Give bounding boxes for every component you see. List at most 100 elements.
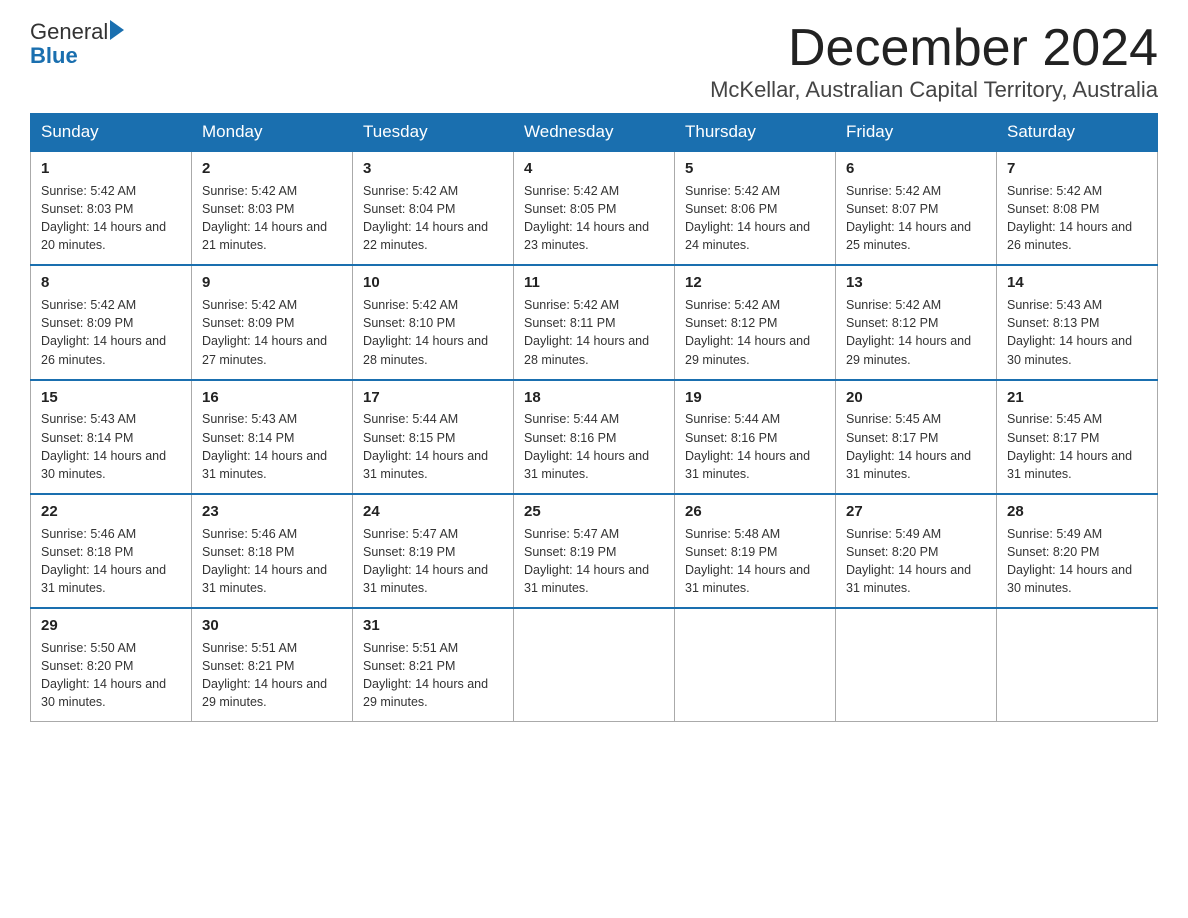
day-number: 21 [1007, 387, 1147, 409]
day-number: 24 [363, 501, 503, 523]
calendar-cell [514, 608, 675, 722]
day-info: Sunrise: 5:51 AMSunset: 8:21 PMDaylight:… [202, 639, 342, 712]
calendar-cell: 2Sunrise: 5:42 AMSunset: 8:03 PMDaylight… [192, 151, 353, 265]
day-info: Sunrise: 5:48 AMSunset: 8:19 PMDaylight:… [685, 525, 825, 598]
calendar-cell: 13Sunrise: 5:42 AMSunset: 8:12 PMDayligh… [836, 265, 997, 379]
day-number: 10 [363, 272, 503, 294]
week-row-3: 15Sunrise: 5:43 AMSunset: 8:14 PMDayligh… [31, 380, 1158, 494]
logo-arrow-icon [110, 20, 124, 40]
calendar-cell: 24Sunrise: 5:47 AMSunset: 8:19 PMDayligh… [353, 494, 514, 608]
calendar-cell: 18Sunrise: 5:44 AMSunset: 8:16 PMDayligh… [514, 380, 675, 494]
calendar-cell [997, 608, 1158, 722]
week-row-5: 29Sunrise: 5:50 AMSunset: 8:20 PMDayligh… [31, 608, 1158, 722]
day-number: 25 [524, 501, 664, 523]
day-info: Sunrise: 5:47 AMSunset: 8:19 PMDaylight:… [524, 525, 664, 598]
day-number: 8 [41, 272, 181, 294]
logo: General Blue [30, 20, 124, 68]
calendar-cell: 28Sunrise: 5:49 AMSunset: 8:20 PMDayligh… [997, 494, 1158, 608]
day-number: 7 [1007, 158, 1147, 180]
day-number: 2 [202, 158, 342, 180]
calendar-cell [675, 608, 836, 722]
day-info: Sunrise: 5:42 AMSunset: 8:06 PMDaylight:… [685, 182, 825, 255]
calendar-cell: 7Sunrise: 5:42 AMSunset: 8:08 PMDaylight… [997, 151, 1158, 265]
day-info: Sunrise: 5:42 AMSunset: 8:03 PMDaylight:… [202, 182, 342, 255]
calendar-cell: 25Sunrise: 5:47 AMSunset: 8:19 PMDayligh… [514, 494, 675, 608]
day-info: Sunrise: 5:44 AMSunset: 8:15 PMDaylight:… [363, 410, 503, 483]
calendar-cell: 12Sunrise: 5:42 AMSunset: 8:12 PMDayligh… [675, 265, 836, 379]
calendar-cell: 20Sunrise: 5:45 AMSunset: 8:17 PMDayligh… [836, 380, 997, 494]
calendar-cell: 4Sunrise: 5:42 AMSunset: 8:05 PMDaylight… [514, 151, 675, 265]
day-number: 14 [1007, 272, 1147, 294]
col-header-sunday: Sunday [31, 114, 192, 152]
calendar-cell: 21Sunrise: 5:45 AMSunset: 8:17 PMDayligh… [997, 380, 1158, 494]
calendar-cell: 27Sunrise: 5:49 AMSunset: 8:20 PMDayligh… [836, 494, 997, 608]
day-number: 19 [685, 387, 825, 409]
calendar-cell: 11Sunrise: 5:42 AMSunset: 8:11 PMDayligh… [514, 265, 675, 379]
col-header-monday: Monday [192, 114, 353, 152]
day-number: 3 [363, 158, 503, 180]
day-info: Sunrise: 5:46 AMSunset: 8:18 PMDaylight:… [41, 525, 181, 598]
day-number: 28 [1007, 501, 1147, 523]
calendar-cell: 5Sunrise: 5:42 AMSunset: 8:06 PMDaylight… [675, 151, 836, 265]
logo-blue-text: Blue [30, 43, 78, 68]
day-number: 13 [846, 272, 986, 294]
col-header-thursday: Thursday [675, 114, 836, 152]
calendar-cell: 19Sunrise: 5:44 AMSunset: 8:16 PMDayligh… [675, 380, 836, 494]
day-info: Sunrise: 5:43 AMSunset: 8:14 PMDaylight:… [202, 410, 342, 483]
calendar-table: SundayMondayTuesdayWednesdayThursdayFrid… [30, 113, 1158, 722]
calendar-cell: 6Sunrise: 5:42 AMSunset: 8:07 PMDaylight… [836, 151, 997, 265]
day-info: Sunrise: 5:42 AMSunset: 8:07 PMDaylight:… [846, 182, 986, 255]
day-info: Sunrise: 5:42 AMSunset: 8:09 PMDaylight:… [41, 296, 181, 369]
calendar-cell: 22Sunrise: 5:46 AMSunset: 8:18 PMDayligh… [31, 494, 192, 608]
calendar-cell: 15Sunrise: 5:43 AMSunset: 8:14 PMDayligh… [31, 380, 192, 494]
day-number: 22 [41, 501, 181, 523]
day-info: Sunrise: 5:47 AMSunset: 8:19 PMDaylight:… [363, 525, 503, 598]
calendar-cell: 9Sunrise: 5:42 AMSunset: 8:09 PMDaylight… [192, 265, 353, 379]
day-number: 18 [524, 387, 664, 409]
day-number: 29 [41, 615, 181, 637]
calendar-cell: 26Sunrise: 5:48 AMSunset: 8:19 PMDayligh… [675, 494, 836, 608]
week-row-1: 1Sunrise: 5:42 AMSunset: 8:03 PMDaylight… [31, 151, 1158, 265]
day-info: Sunrise: 5:42 AMSunset: 8:11 PMDaylight:… [524, 296, 664, 369]
title-area: December 2024 McKellar, Australian Capit… [710, 20, 1158, 103]
day-number: 23 [202, 501, 342, 523]
page-header: General Blue December 2024 McKellar, Aus… [30, 20, 1158, 103]
day-number: 31 [363, 615, 503, 637]
calendar-cell: 30Sunrise: 5:51 AMSunset: 8:21 PMDayligh… [192, 608, 353, 722]
col-header-saturday: Saturday [997, 114, 1158, 152]
day-number: 20 [846, 387, 986, 409]
calendar-cell: 10Sunrise: 5:42 AMSunset: 8:10 PMDayligh… [353, 265, 514, 379]
day-number: 6 [846, 158, 986, 180]
day-info: Sunrise: 5:44 AMSunset: 8:16 PMDaylight:… [685, 410, 825, 483]
calendar-cell [836, 608, 997, 722]
col-header-wednesday: Wednesday [514, 114, 675, 152]
day-number: 17 [363, 387, 503, 409]
location-subtitle: McKellar, Australian Capital Territory, … [710, 77, 1158, 103]
calendar-cell: 14Sunrise: 5:43 AMSunset: 8:13 PMDayligh… [997, 265, 1158, 379]
day-info: Sunrise: 5:45 AMSunset: 8:17 PMDaylight:… [1007, 410, 1147, 483]
month-title: December 2024 [710, 20, 1158, 77]
day-info: Sunrise: 5:43 AMSunset: 8:13 PMDaylight:… [1007, 296, 1147, 369]
week-row-4: 22Sunrise: 5:46 AMSunset: 8:18 PMDayligh… [31, 494, 1158, 608]
day-number: 16 [202, 387, 342, 409]
day-number: 9 [202, 272, 342, 294]
calendar-cell: 1Sunrise: 5:42 AMSunset: 8:03 PMDaylight… [31, 151, 192, 265]
day-info: Sunrise: 5:42 AMSunset: 8:12 PMDaylight:… [685, 296, 825, 369]
day-info: Sunrise: 5:42 AMSunset: 8:09 PMDaylight:… [202, 296, 342, 369]
day-info: Sunrise: 5:42 AMSunset: 8:04 PMDaylight:… [363, 182, 503, 255]
day-info: Sunrise: 5:51 AMSunset: 8:21 PMDaylight:… [363, 639, 503, 712]
week-row-2: 8Sunrise: 5:42 AMSunset: 8:09 PMDaylight… [31, 265, 1158, 379]
calendar-cell: 17Sunrise: 5:44 AMSunset: 8:15 PMDayligh… [353, 380, 514, 494]
day-info: Sunrise: 5:42 AMSunset: 8:05 PMDaylight:… [524, 182, 664, 255]
calendar-cell: 8Sunrise: 5:42 AMSunset: 8:09 PMDaylight… [31, 265, 192, 379]
day-info: Sunrise: 5:42 AMSunset: 8:08 PMDaylight:… [1007, 182, 1147, 255]
day-number: 1 [41, 158, 181, 180]
day-number: 4 [524, 158, 664, 180]
day-info: Sunrise: 5:44 AMSunset: 8:16 PMDaylight:… [524, 410, 664, 483]
day-info: Sunrise: 5:43 AMSunset: 8:14 PMDaylight:… [41, 410, 181, 483]
day-info: Sunrise: 5:46 AMSunset: 8:18 PMDaylight:… [202, 525, 342, 598]
day-info: Sunrise: 5:42 AMSunset: 8:03 PMDaylight:… [41, 182, 181, 255]
calendar-cell: 31Sunrise: 5:51 AMSunset: 8:21 PMDayligh… [353, 608, 514, 722]
day-number: 27 [846, 501, 986, 523]
day-number: 15 [41, 387, 181, 409]
